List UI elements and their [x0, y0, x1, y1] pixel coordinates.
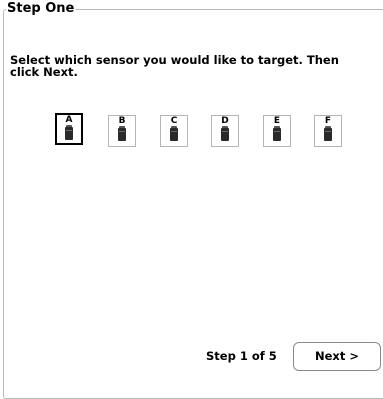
sensor-device-icon	[65, 125, 73, 140]
sensor-device-icon	[273, 126, 281, 141]
sensor-option-c[interactable]: C	[160, 115, 188, 147]
sensor-device-icon	[118, 126, 126, 141]
next-button[interactable]: Next >	[293, 342, 381, 371]
sensor-option-d[interactable]: D	[211, 115, 239, 147]
sensor-device-icon	[221, 126, 229, 141]
group-title: Step One	[6, 1, 77, 16]
sensor-option-b[interactable]: B	[108, 115, 136, 147]
instructions-text: Select which sensor you would like to ta…	[10, 53, 339, 79]
sensor-option-e[interactable]: E	[263, 115, 291, 147]
sensor-device-icon	[170, 126, 178, 141]
sensor-option-a[interactable]: A	[55, 113, 83, 145]
sensor-device-icon	[324, 126, 332, 141]
step-indicator: Step 1 of 5	[206, 349, 277, 363]
sensor-option-f[interactable]: F	[314, 115, 342, 147]
